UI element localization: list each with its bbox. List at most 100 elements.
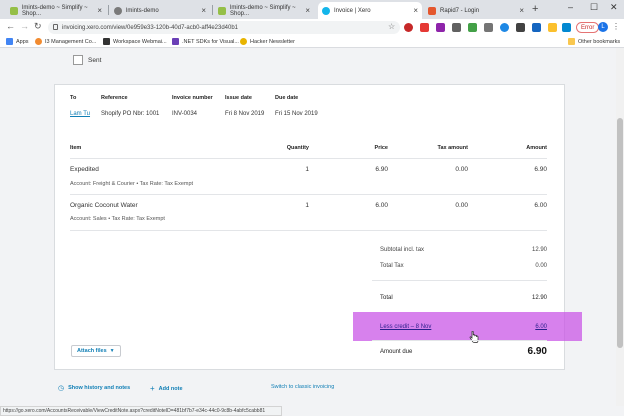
back-icon[interactable]: ← [6, 21, 15, 31]
minimize-icon[interactable]: – [568, 2, 573, 12]
browser-tab-active[interactable]: Invoice | Xero × [318, 2, 422, 19]
column-header-amount: Amount [526, 145, 547, 151]
extension-icon[interactable] [562, 23, 571, 32]
total-tax-label: Total Tax [380, 263, 404, 269]
close-icon[interactable]: × [413, 6, 418, 15]
total-tax-value: 0.00 [535, 263, 547, 269]
add-note-link[interactable]: + Add note [150, 384, 183, 393]
browser-tab[interactable]: lmints-demo ~ Simplify ~ Shop... × [6, 2, 106, 19]
line-item-name: Organic Coconut Water [70, 202, 138, 209]
close-window-icon[interactable]: ✕ [610, 2, 618, 13]
amount-due-divider [372, 340, 547, 341]
extension-icon[interactable] [468, 23, 477, 32]
browser-tab[interactable]: lmints-demo × [110, 2, 210, 19]
status-bar-url: https://go.xero.com/AccountsReceivable/V… [0, 406, 282, 416]
extension-icon[interactable] [452, 23, 461, 32]
show-history-link[interactable]: ◷ Show history and notes [58, 384, 130, 392]
sent-row: Sent [73, 55, 101, 65]
issue-date-label: Issue date [225, 95, 252, 101]
lock-icon [53, 24, 58, 30]
bookmark-item[interactable]: I3 Management Co... [35, 38, 96, 45]
subtotal-value: 12.90 [531, 247, 547, 253]
apps-grid-icon [6, 38, 13, 45]
reference-value: Shopify PO Nbr: 1001 [101, 111, 160, 117]
extension-icon[interactable] [516, 23, 525, 32]
header-divider [70, 158, 547, 159]
history-icon: ◷ [58, 385, 65, 392]
bookmark-star-icon[interactable]: ☆ [388, 22, 395, 31]
close-icon[interactable]: × [305, 6, 310, 15]
extension-icon[interactable] [436, 23, 445, 32]
extension-icon[interactable] [500, 23, 509, 32]
amount-due-value: 6.90 [527, 346, 547, 357]
error-button[interactable]: Error [576, 22, 600, 33]
total-value: 12.90 [531, 295, 547, 301]
issue-date-value: Fri 8 Nov 2019 [225, 111, 265, 117]
extension-icon[interactable] [548, 23, 557, 32]
line-item-amount: 6.90 [534, 166, 547, 173]
attach-files-button[interactable]: Attach files ▼ [71, 345, 121, 357]
amount-due-label: Amount due [380, 349, 413, 355]
address-bar[interactable]: invoicing.xero.com/view/0e959e33-120b-40… [48, 21, 400, 34]
tab-label: lmints-demo [126, 7, 159, 14]
add-note-label: Add note [158, 385, 183, 392]
line-item-name: Expedited [70, 166, 99, 173]
sent-checkbox[interactable] [73, 55, 83, 65]
bookmark-label: Hacker Newsletter [250, 38, 295, 45]
new-tab-button[interactable]: + [532, 3, 538, 15]
sent-label: Sent [88, 56, 102, 64]
extension-icon[interactable] [532, 23, 541, 32]
folder-icon [568, 38, 575, 45]
to-label: To [70, 95, 77, 101]
bookmark-item[interactable]: Hacker Newsletter [240, 38, 295, 45]
close-icon[interactable]: × [519, 6, 524, 15]
browser-tab[interactable]: Rapid7 - Login × [424, 2, 528, 19]
bookmark-label: I3 Management Co... [45, 38, 97, 45]
bookmark-label: Apps [16, 38, 29, 45]
less-credit-link[interactable]: Less credit – 8 Nov [380, 324, 431, 330]
row-divider [70, 194, 547, 195]
totals-divider [372, 280, 547, 281]
column-header-tax-amount: Tax amount [437, 145, 468, 151]
bookmark-item[interactable]: .NET SDKs for Visual... [172, 38, 239, 45]
profile-avatar[interactable]: L [598, 22, 608, 32]
menu-kebab-icon[interactable]: ⋮ [612, 22, 620, 31]
other-bookmarks[interactable]: Other bookmarks [568, 38, 620, 45]
forward-icon[interactable]: → [20, 21, 29, 31]
line-item-amount: 6.00 [534, 202, 547, 209]
maximize-icon[interactable]: ☐ [590, 2, 598, 13]
close-icon[interactable]: × [97, 6, 102, 15]
switch-classic-link[interactable]: Switch to classic invoicing [271, 384, 334, 390]
line-item-price: 6.90 [375, 166, 388, 173]
url-text: invoicing.xero.com/view/0e959e33-120b-40… [62, 24, 239, 31]
bookmark-favicon-icon [240, 38, 247, 45]
due-date-label: Due date [275, 95, 299, 101]
bookmark-favicon-icon [172, 38, 179, 45]
bookmark-item[interactable]: Workspace Webmai... [103, 38, 167, 45]
bookmark-label: Other bookmarks [578, 38, 621, 45]
to-contact-link[interactable]: Lam Tu [70, 111, 90, 117]
reload-icon[interactable]: ↻ [34, 21, 42, 32]
line-item-quantity: 1 [305, 202, 309, 209]
rapid7-icon [428, 6, 436, 15]
bookmark-favicon-icon [103, 38, 110, 45]
extension-icon[interactable] [404, 23, 413, 32]
tab-label: lmints-demo ~ Simplify ~ Shop... [22, 4, 88, 17]
line-item-tax: 0.00 [455, 166, 468, 173]
browser-tab[interactable]: lmints-demo ~ Simplify ~ Shop... × [214, 2, 314, 19]
scrollbar-thumb[interactable] [617, 118, 623, 348]
extension-icon[interactable] [484, 23, 493, 32]
due-date-value: Fri 15 Nov 2019 [275, 111, 318, 117]
line-item-detail: Account: Sales • Tax Rate: Tax Exempt [70, 216, 165, 222]
less-credit-value-link[interactable]: 6.00 [487, 324, 547, 330]
line-item-detail: Account: Freight & Courier • Tax Rate: T… [70, 181, 194, 187]
close-icon[interactable]: × [201, 6, 206, 15]
tab-label: Invoice | Xero [334, 7, 371, 14]
column-header-item: Item [70, 145, 82, 151]
reference-label: Reference [101, 95, 128, 101]
bookmark-apps[interactable]: Apps [6, 38, 29, 45]
tab-label: lmints-demo ~ Simplify ~ Shop... [230, 4, 296, 17]
extension-icon[interactable] [420, 23, 429, 32]
shopify-icon [218, 6, 226, 15]
total-label: Total [380, 295, 393, 301]
